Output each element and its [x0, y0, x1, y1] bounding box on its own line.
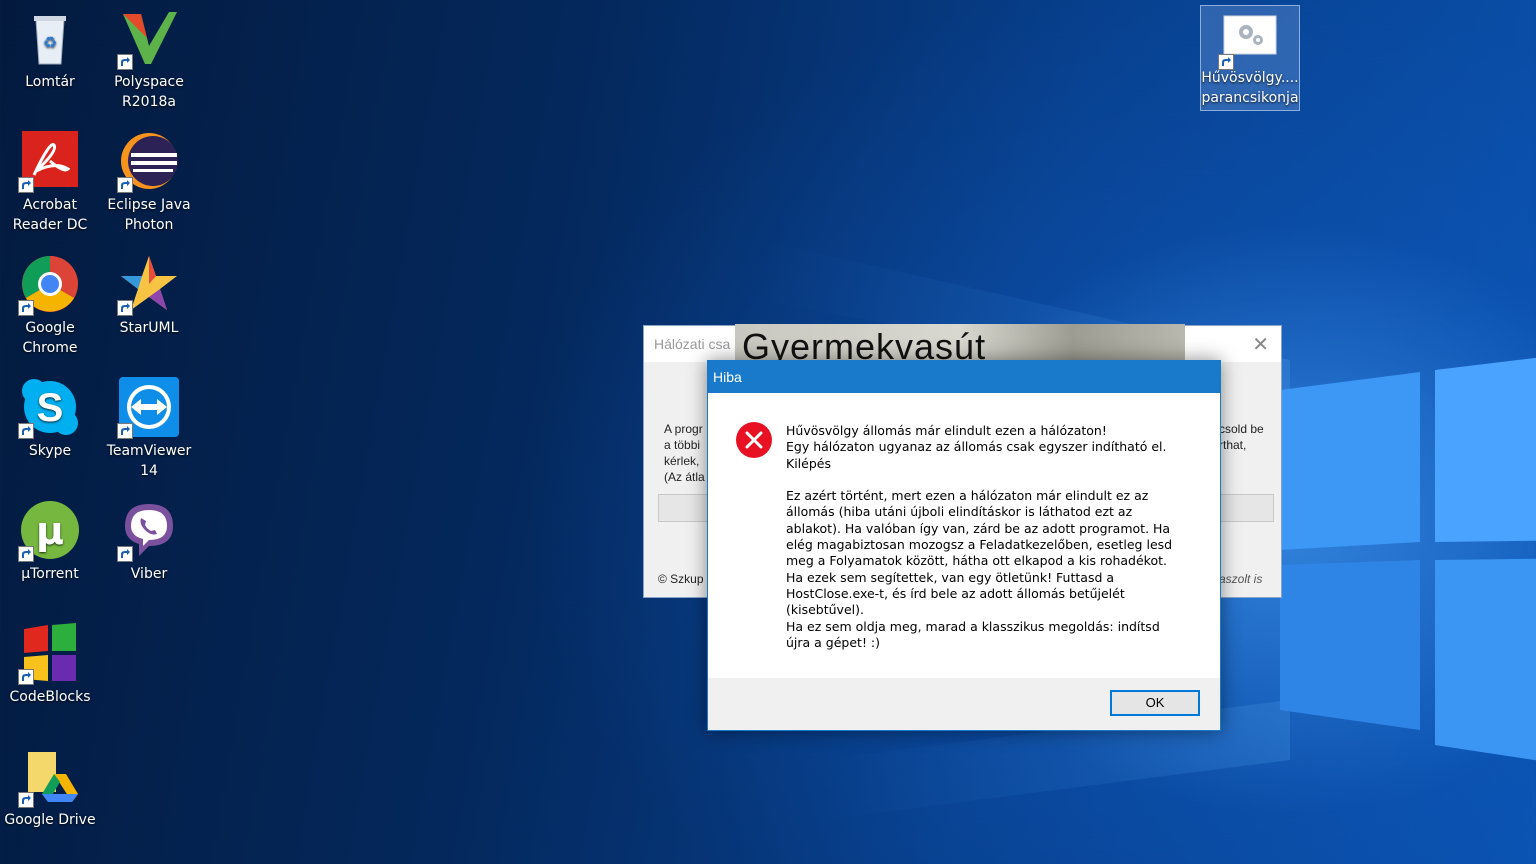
svg-text:µ: µ — [36, 509, 64, 553]
settings-shortcut-icon — [1218, 14, 1280, 74]
desktop-icon-utorrent[interactable]: µ µTorrent — [4, 500, 96, 584]
background-window-right-text: csold be rthat, — [1219, 422, 1264, 452]
svg-text:♻: ♻ — [43, 33, 57, 52]
eclipse-icon — [117, 131, 179, 193]
ok-button[interactable]: OK — [1110, 690, 1200, 716]
viber-icon — [117, 500, 179, 562]
desktop-icon-teamviewer[interactable]: TeamViewer 14 — [103, 377, 195, 481]
desktop-icon-google-drive[interactable]: Google Drive — [4, 746, 96, 830]
error-dialog[interactable]: Hiba Hűvösvölgy állomás már elindult eze… — [707, 360, 1221, 731]
error-icon — [735, 421, 773, 459]
recycle-bin-icon: ♻ — [20, 8, 80, 68]
acrobat-icon — [18, 131, 80, 193]
desktop-icon-staruml[interactable]: StarUML — [103, 254, 195, 338]
background-window-title: Hálózati csa — [654, 336, 731, 352]
desktop-icon-skype[interactable]: S Skype — [4, 377, 96, 461]
banner-image-text: Gyermekvasút — [742, 326, 987, 362]
background-window-footer-right: aszolt is — [1219, 572, 1263, 586]
error-dialog-title[interactable]: Hiba — [708, 361, 1220, 393]
desktop-icon-acrobat[interactable]: Acrobat Reader DC — [4, 131, 96, 235]
desktop-icon-recycle-bin[interactable]: ♻ Lomtár — [4, 8, 96, 92]
google-drive-icon — [18, 746, 80, 808]
desktop-icon-chrome[interactable]: Google Chrome — [4, 254, 96, 358]
desktop-icon-codeblocks[interactable]: CodeBlocks — [4, 623, 96, 707]
teamviewer-icon — [117, 377, 179, 439]
background-window-footer-left: © Szkup — [658, 572, 704, 586]
desktop-icon-eclipse[interactable]: Eclipse Java Photon — [103, 131, 195, 235]
desktop-icon-viber[interactable]: Viber — [103, 500, 195, 584]
desktop-icon-polyspace[interactable]: Polyspace R2018a — [103, 8, 195, 112]
utorrent-icon: µ — [18, 500, 80, 562]
error-dialog-footer: OK — [708, 678, 1220, 730]
error-message: Hűvösvölgy állomás már elindult ezen a h… — [786, 423, 1173, 650]
staruml-icon — [117, 254, 179, 316]
desktop-icon-huvosvolgy-shortcut[interactable]: Hűvösvölgy.... parancsikonja — [1200, 5, 1300, 111]
banner-image: Gyermekvasút — [735, 324, 1185, 362]
background-window-left-text: A progr a többi kérlek, (Az átla — [664, 422, 705, 484]
windows-logo — [1280, 357, 1536, 761]
polyspace-icon — [117, 8, 179, 70]
svg-text:S: S — [37, 386, 64, 430]
skype-icon: S — [18, 377, 80, 439]
chrome-icon — [18, 254, 80, 316]
close-icon[interactable]: ✕ — [1252, 332, 1269, 357]
codeblocks-icon — [18, 623, 80, 685]
